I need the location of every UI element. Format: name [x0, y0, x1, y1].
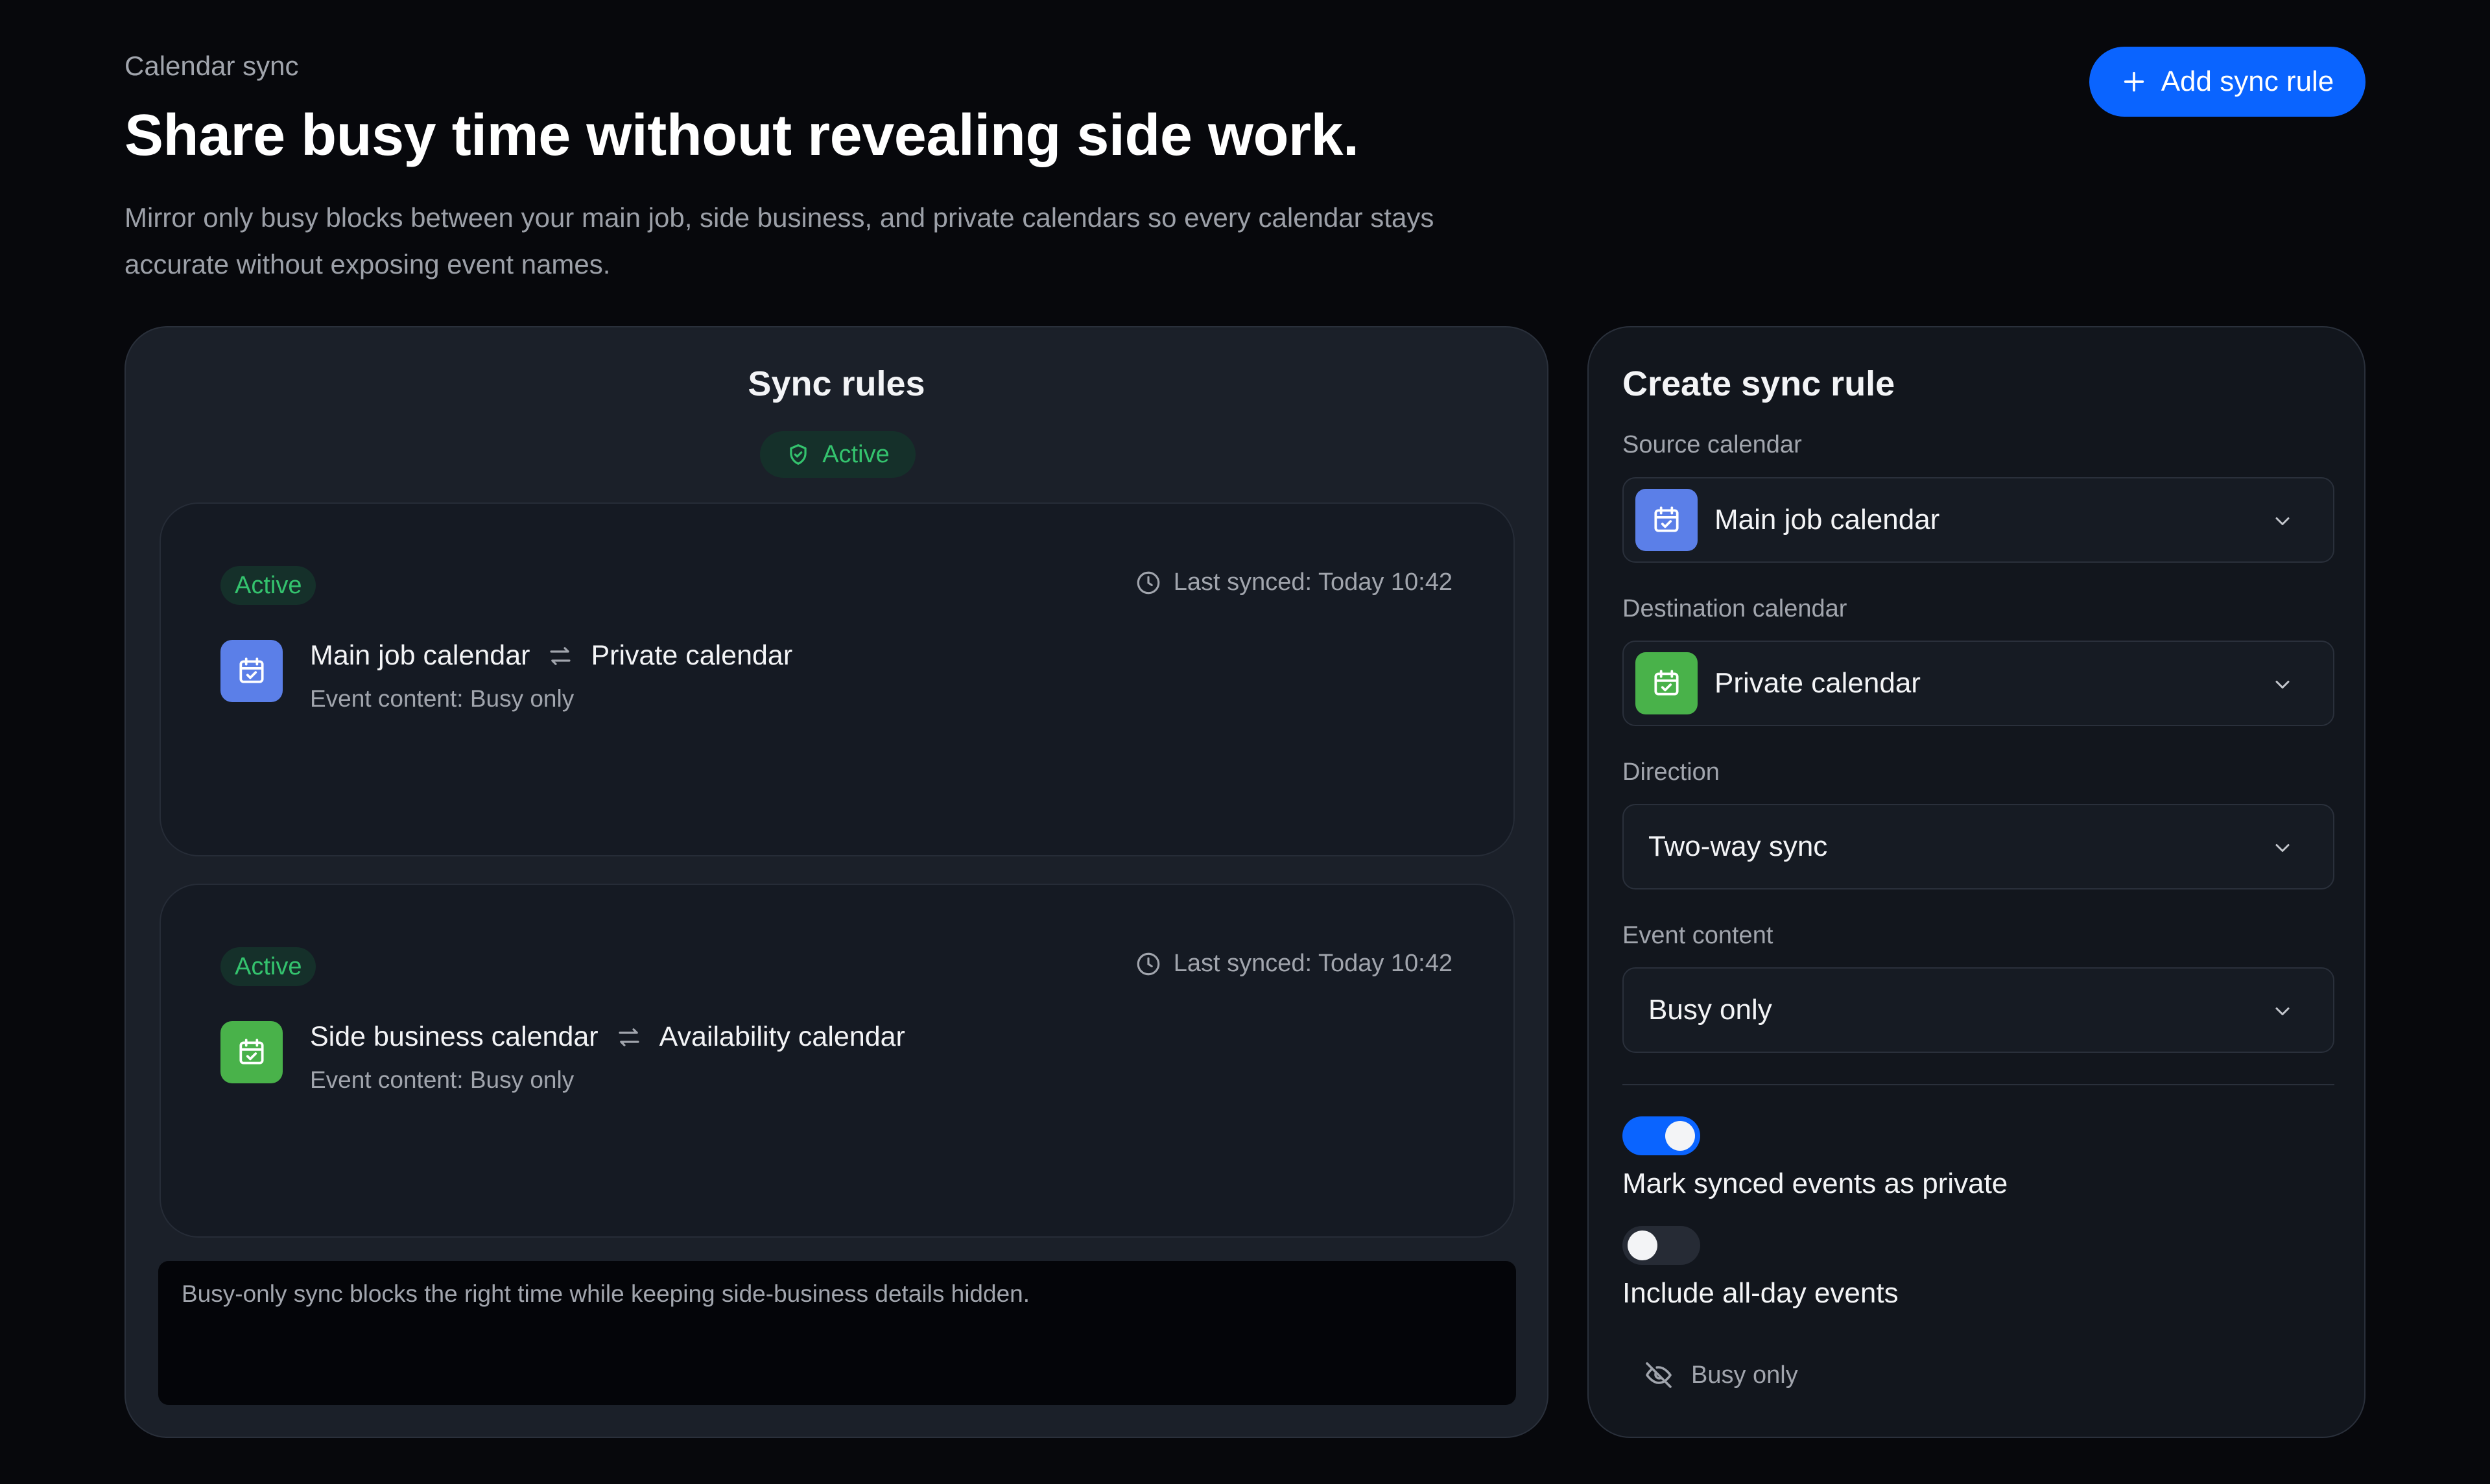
source-calendar-label: Source calendar [1622, 431, 1802, 458]
source-calendar-value: Main job calendar [1714, 504, 1940, 536]
page-title: Share busy time without revealing side w… [124, 103, 1359, 168]
destination-calendar-value: Private calendar [1714, 667, 1921, 699]
create-rule-title: Create sync rule [1622, 364, 1895, 403]
create-sync-rule-panel: Create sync rule Source calendar Main jo… [1587, 326, 2366, 1438]
calendar-sync-page: Calendar sync Share busy time without re… [0, 0, 2490, 1484]
destination-calendar-select[interactable]: Private calendar [1622, 641, 2334, 726]
clock-icon [1137, 571, 1160, 594]
sync-rule-card[interactable]: Active Last synced: Today 10:42 Main job… [160, 502, 1515, 856]
chevron-down-icon [2275, 517, 2290, 525]
calendar-check-icon [220, 640, 283, 702]
rule-status-badge: Active [220, 947, 316, 986]
sync-status-badge: Active [760, 431, 916, 478]
rule-source: Side business calendar [310, 1021, 599, 1052]
event-content-label: Event content [1622, 922, 1773, 949]
rule-source: Main job calendar [310, 640, 530, 671]
last-synced-text: Last synced: Today 10:42 [1173, 950, 1452, 977]
clock-icon [1137, 952, 1160, 975]
rule-route: Main job calendar Private calendar [310, 640, 792, 672]
add-sync-rule-button[interactable]: Add sync rule [2089, 47, 2366, 117]
eye-off-icon [1646, 1362, 1672, 1388]
calendar-check-icon [220, 1021, 283, 1083]
privacy-chip: Busy only [1643, 1360, 1798, 1391]
chevron-down-icon [2275, 1007, 2290, 1015]
rule-destination: Private calendar [591, 640, 793, 671]
divider [1622, 1084, 2334, 1085]
rule-status-badge: Active [220, 566, 316, 605]
toggle-knob [1665, 1121, 1695, 1151]
direction-label: Direction [1622, 759, 1720, 786]
include-all-day-label: Include all-day events [1622, 1277, 1899, 1309]
add-sync-rule-label: Add sync rule [2161, 65, 2334, 97]
chevron-down-icon [2275, 681, 2290, 689]
last-synced-text: Last synced: Today 10:42 [1173, 569, 1452, 596]
last-synced: Last synced: Today 10:42 [1135, 569, 1452, 596]
sync-rules-panel: Sync rules Active Active Last synced: To… [124, 326, 1548, 1438]
event-content-select[interactable]: Busy only [1622, 967, 2334, 1053]
direction-select[interactable]: Two-way sync [1622, 804, 2334, 889]
direction-value: Two-way sync [1648, 830, 1828, 862]
rule-route: Side business calendar Availability cale… [310, 1021, 905, 1053]
shield-check-icon [790, 444, 807, 465]
source-calendar-select[interactable]: Main job calendar [1622, 477, 2334, 563]
page-eyebrow: Calendar sync [124, 51, 299, 81]
plus-icon [2124, 71, 2144, 92]
include-all-day-toggle[interactable] [1622, 1226, 1700, 1265]
mark-private-label: Mark synced events as private [1622, 1168, 2008, 1199]
rule-destination: Availability calendar [659, 1021, 905, 1052]
mark-private-toggle[interactable] [1622, 1116, 1700, 1155]
rule-content: Event content: Busy only [310, 685, 575, 712]
event-content-value: Busy only [1648, 994, 1772, 1026]
last-synced: Last synced: Today 10:42 [1135, 950, 1452, 978]
two-way-arrows-icon [619, 1028, 639, 1046]
sync-note: Busy-only sync blocks the right time whi… [158, 1261, 1516, 1405]
toggle-knob [1628, 1231, 1657, 1260]
calendar-check-icon [1635, 652, 1698, 714]
sync-status-label: Active [822, 440, 890, 468]
two-way-arrows-icon [550, 646, 571, 665]
calendar-check-icon [1635, 489, 1698, 551]
page-subtitle: Mirror only busy blocks between your mai… [124, 202, 1434, 279]
rule-content: Event content: Busy only [310, 1066, 575, 1093]
destination-calendar-label: Destination calendar [1622, 595, 1847, 622]
sync-rule-card[interactable]: Active Last synced: Today 10:42 Side bus… [160, 884, 1515, 1238]
sync-rules-title: Sync rules [748, 364, 925, 403]
privacy-chip-label: Busy only [1691, 1361, 1798, 1389]
chevron-down-icon [2275, 844, 2290, 852]
